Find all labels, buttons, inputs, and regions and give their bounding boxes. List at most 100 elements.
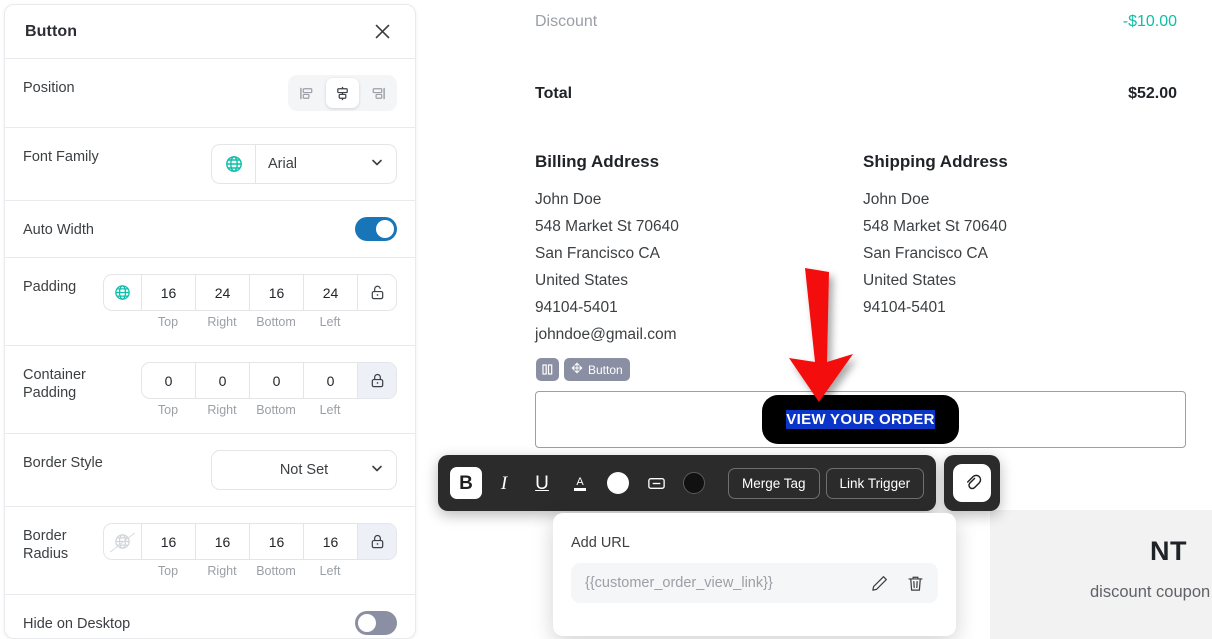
align-left-icon[interactable]	[291, 78, 324, 108]
toggle-knob	[376, 220, 394, 238]
border-style-select[interactable]: Not Set	[211, 450, 397, 490]
italic-button[interactable]: I	[488, 467, 520, 499]
rich-text-toolbar-link-group	[944, 455, 1001, 511]
lock-icon[interactable]	[358, 524, 396, 559]
border-radius-left-input[interactable]: 16	[304, 524, 358, 559]
shipping-address-line: United States	[863, 272, 957, 289]
svg-text:A: A	[576, 476, 584, 488]
text-color-icon[interactable]: A	[564, 467, 596, 499]
padding-right-input[interactable]: 24	[196, 275, 250, 310]
row-padding: Padding 16 24 16 24 Top Right Bottom Lef…	[5, 258, 415, 346]
button-block-container[interactable]: VIEW YOUR ORDER	[535, 391, 1186, 448]
font-family-control: Arial	[211, 144, 397, 184]
billing-address-title: Billing Address	[535, 152, 660, 171]
summary-value: -$10.00	[1122, 13, 1177, 30]
merge-tag-button[interactable]: Merge Tag	[728, 467, 820, 499]
swatch-black	[683, 472, 705, 494]
side-label-top: Top	[157, 564, 179, 578]
row-font-family: Font Family Arial	[5, 128, 415, 201]
globe-icon-disabled	[104, 524, 142, 559]
side-label-top: Top	[157, 403, 179, 417]
row-position: Position	[5, 59, 415, 128]
cta-text: VIEW YOUR ORDER	[786, 410, 935, 429]
add-url-popover: Add URL {{customer_order_view_link}}	[553, 513, 956, 636]
side-label-right: Right	[207, 315, 237, 329]
side-label-bottom: Bottom	[256, 403, 296, 417]
italic-glyph: I	[500, 472, 508, 494]
auto-width-toggle[interactable]	[355, 217, 397, 241]
summary-label: Total	[535, 85, 573, 102]
unlock-icon[interactable]	[358, 275, 396, 310]
lock-icon[interactable]	[358, 363, 396, 398]
font-family-value: Arial	[268, 156, 298, 172]
row-label-padding: Padding	[23, 279, 77, 295]
shipping-address-title: Shipping Address	[863, 152, 1008, 171]
bold-glyph: B	[459, 472, 473, 494]
shipping-address-line: 548 Market St 70640	[863, 218, 1007, 235]
chevron-down-icon	[370, 155, 384, 173]
row-border-radius: Border Radius 16 16 16 16 Top Right Bott…	[5, 507, 415, 595]
billing-address-line: 94104-5401	[535, 299, 618, 316]
globe-icon[interactable]	[212, 145, 256, 183]
summary-label: Discount	[535, 13, 598, 30]
padding-side-labels: Top Right Bottom Left	[103, 315, 357, 329]
toggle-knob	[358, 614, 376, 632]
container-padding-side-labels: Top Right Bottom Left	[141, 403, 357, 417]
row-label-border-radius: Border Radius	[23, 528, 69, 562]
billing-address-block: Billing Address John Doe 548 Market St 7…	[535, 152, 679, 348]
border-radius-bottom-input[interactable]: 16	[250, 524, 304, 559]
billing-address-line: United States	[535, 272, 629, 289]
row-label-border-style: Border Style	[23, 455, 103, 471]
pencil-icon[interactable]	[866, 570, 892, 596]
move-chip-label: Button	[588, 362, 623, 377]
border-style-value: Not Set	[279, 462, 329, 478]
trash-icon[interactable]	[902, 570, 928, 596]
add-url-input[interactable]: {{customer_order_view_link}}	[585, 575, 856, 591]
link-icon[interactable]	[953, 464, 992, 502]
view-your-order-button[interactable]: VIEW YOUR ORDER	[762, 395, 959, 444]
chevron-down-icon	[370, 461, 384, 479]
link-trigger-button[interactable]: Link Trigger	[825, 467, 925, 499]
bold-button[interactable]: B	[450, 467, 482, 499]
container-padding-top-input[interactable]: 0	[142, 363, 196, 398]
position-segmented-control	[288, 75, 397, 111]
side-label-bottom: Bottom	[256, 315, 296, 329]
container-padding-input-group: 0 0 0 0	[141, 362, 397, 399]
summary-row-total: Total $52.00	[535, 85, 1177, 103]
padding-bottom-input[interactable]: 16	[250, 275, 304, 310]
color-swatch-white[interactable]	[602, 467, 634, 499]
color-swatch-black[interactable]	[678, 467, 710, 499]
padding-left-input[interactable]: 24	[304, 275, 358, 310]
underline-glyph: U	[535, 472, 549, 494]
close-icon[interactable]	[369, 19, 395, 45]
drag-columns-icon[interactable]	[536, 358, 559, 381]
panel-header: Button	[5, 5, 415, 59]
container-padding-right-input[interactable]: 0	[196, 363, 250, 398]
padding-top-input[interactable]: 16	[142, 275, 196, 310]
align-center-icon[interactable]	[326, 78, 359, 108]
billing-address-line: 548 Market St 70640	[535, 218, 679, 235]
underline-button[interactable]: U	[526, 467, 558, 499]
globe-icon[interactable]	[104, 275, 142, 310]
background-color-icon[interactable]	[640, 467, 672, 499]
border-radius-top-input[interactable]: 16	[142, 524, 196, 559]
row-hide-on-desktop: Hide on Desktop	[5, 595, 415, 638]
move-block-chip[interactable]: Button	[564, 358, 630, 381]
row-label-container-padding: Container Padding	[23, 367, 86, 401]
side-label-right: Right	[207, 564, 237, 578]
promo-text: discount coupon to use on	[1090, 583, 1212, 601]
border-radius-right-input[interactable]: 16	[196, 524, 250, 559]
side-label-left: Left	[319, 564, 341, 578]
align-right-icon[interactable]	[361, 78, 394, 108]
add-url-field: {{customer_order_view_link}}	[571, 563, 938, 603]
container-padding-bottom-input[interactable]: 0	[250, 363, 304, 398]
hide-on-desktop-toggle[interactable]	[355, 611, 397, 635]
container-padding-left-input[interactable]: 0	[304, 363, 358, 398]
row-label-position: Position	[23, 80, 75, 96]
rich-text-toolbar: B I U A Merge Tag Link Trigger	[438, 455, 1001, 511]
swatch-white	[607, 472, 629, 494]
side-label-left: Left	[319, 403, 341, 417]
shipping-address-line: San Francisco CA	[863, 245, 988, 262]
billing-address-line: John Doe	[535, 191, 602, 208]
font-family-select[interactable]: Arial	[256, 145, 396, 183]
